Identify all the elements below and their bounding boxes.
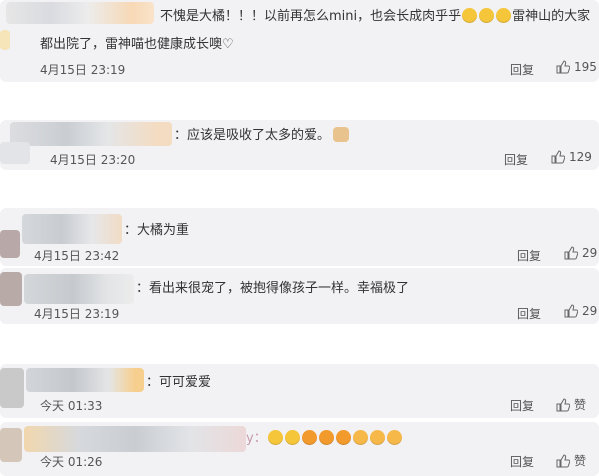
comment-card-6: y： 今天 01:26 回复 赞 (0, 422, 599, 476)
blurred-username (6, 2, 154, 24)
comment-card-1: 不愧是大橘！！！以前再怎么mini，也会长成肉乎乎 雷神山的大家 都出院了，雷神喵… (0, 0, 599, 82)
thumbs-up-icon (564, 246, 578, 260)
grin-emoji-icon (462, 8, 478, 23)
blurred-avatar (0, 428, 22, 462)
timestamp: 今天 01:33 (40, 399, 103, 413)
like-button[interactable]: 29 (564, 246, 597, 260)
timestamp: 今天 01:26 (40, 455, 103, 469)
reply-button[interactable]: 回复 (510, 61, 534, 78)
reply-button[interactable]: 回复 (517, 247, 541, 264)
kissing-emoji-icon (352, 430, 368, 445)
comment-card-3: ：大橘为重 4月15日 23:42 回复 29 (0, 208, 599, 266)
grin-emoji-icon (479, 8, 495, 23)
timestamp: 4月15日 23:19 (40, 63, 126, 77)
thumbs-up-icon (556, 60, 570, 74)
scream-emoji-icon (267, 430, 283, 445)
blurred-username (24, 274, 134, 304)
comment-text: ：应该是吸收了太多的爱。 (174, 127, 350, 145)
kissing-emoji-icon (386, 430, 402, 445)
blurred-avatar (0, 142, 30, 164)
blurred-avatar (0, 368, 24, 408)
blurred-username (26, 368, 144, 392)
blurred-avatar (0, 30, 10, 50)
reply-button[interactable]: 回复 (504, 151, 528, 168)
kissing-emoji-icon (369, 430, 385, 445)
comment-text: ：可可爱爱 (146, 375, 212, 390)
like-button[interactable]: 赞 (556, 452, 586, 469)
heart-icon: ♡ (222, 37, 234, 52)
timestamp: 4月15日 23:19 (34, 307, 120, 321)
reply-button[interactable]: 回复 (517, 305, 541, 322)
thumbs-up-icon (556, 453, 570, 467)
kiss-emoji-icon (318, 430, 334, 445)
reply-button[interactable]: 回复 (510, 453, 534, 470)
comment-card-5: ：可可爱爱 今天 01:33 回复 赞 (0, 364, 599, 418)
like-button[interactable]: 赞 (556, 396, 586, 413)
comment-card-4: ：看出来很宠了，被抱得像孩子一样。幸福极了 4月15日 23:19 回复 29 (0, 268, 599, 324)
thumbs-up-icon (564, 304, 578, 318)
scream-emoji-icon (284, 430, 300, 445)
timestamp: 4月15日 23:20 (50, 153, 136, 167)
comment-text: ：大橘为重 (124, 223, 190, 238)
grin-emoji-icon (496, 8, 512, 23)
reply-button[interactable]: 回复 (510, 397, 534, 414)
blurred-username (24, 426, 246, 452)
blurred-avatar (0, 230, 20, 258)
comment-text: ：看出来很宠了，被抱得像孩子一样。幸福极了 (136, 281, 410, 296)
comment-text-line2: 都出院了，雷神喵也健康成长噢♡ (40, 37, 234, 52)
blurred-username (22, 214, 122, 244)
like-button[interactable]: 195 (556, 60, 597, 74)
thumbs-up-icon (551, 150, 565, 164)
comment-card-2: ：应该是吸收了太多的爱。 4月15日 23:20 回复 129 (0, 120, 599, 170)
timestamp: 4月15日 23:42 (34, 249, 120, 263)
comment-text: 不愧是大橘！！！以前再怎么mini，也会长成肉乎乎 雷神山的大家 (160, 8, 591, 24)
kiss-emoji-icon (301, 430, 317, 445)
cat-emoji-icon (333, 127, 350, 142)
like-button[interactable]: 129 (551, 150, 592, 164)
thumbs-up-icon (556, 397, 570, 411)
comment-text: y： (246, 430, 403, 448)
like-button[interactable]: 29 (564, 304, 597, 318)
kiss-emoji-icon (335, 430, 351, 445)
blurred-avatar (0, 272, 22, 306)
blurred-username (10, 122, 172, 146)
